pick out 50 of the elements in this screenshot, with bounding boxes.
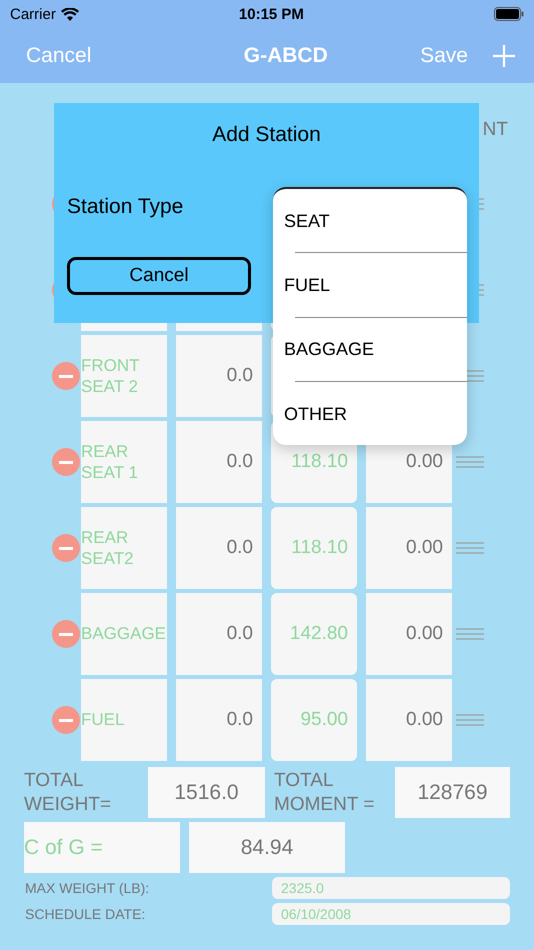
wifi-icon bbox=[60, 8, 79, 20]
info-label: SCHEDULE DATE: bbox=[25, 906, 146, 922]
cg-label: C of G = bbox=[24, 822, 180, 873]
delete-button[interactable] bbox=[52, 706, 80, 734]
weight-cell[interactable]: 0.0 bbox=[176, 593, 262, 675]
moment-cell: 0.00 bbox=[366, 679, 452, 761]
column-header: NT bbox=[482, 119, 508, 141]
carrier-label: Carrier bbox=[10, 6, 56, 22]
delete-button[interactable] bbox=[52, 620, 80, 648]
moment-cell: 0.00 bbox=[366, 507, 452, 589]
cancel-button[interactable]: Cancel bbox=[26, 44, 92, 68]
station-type-label: Station Type bbox=[67, 195, 184, 219]
dialog-title: Add Station bbox=[211, 123, 322, 147]
plus-icon[interactable] bbox=[492, 44, 516, 68]
delete-button[interactable] bbox=[52, 362, 80, 390]
station-name-cell[interactable]: BAGGAGE bbox=[81, 593, 167, 675]
info-label: MAX WEIGHT (LB): bbox=[25, 880, 150, 896]
delete-button[interactable] bbox=[52, 534, 80, 562]
drag-handle-icon[interactable] bbox=[456, 627, 484, 641]
save-button[interactable]: Save bbox=[420, 44, 468, 68]
arm-cell[interactable]: 118.10 bbox=[271, 507, 357, 589]
total-weight-label: TOTAL WEIGHT= bbox=[24, 768, 112, 816]
weight-cell[interactable]: 0.0 bbox=[176, 421, 262, 503]
arm-cell[interactable]: 95.00 bbox=[271, 679, 357, 761]
delete-button[interactable] bbox=[52, 448, 80, 476]
dropdown-option[interactable]: SEAT bbox=[284, 210, 467, 232]
info-field[interactable]: 06/10/2008 bbox=[272, 903, 510, 925]
weight-cell[interactable]: 0.0 bbox=[176, 335, 262, 417]
battery-icon bbox=[494, 7, 524, 21]
station-name-cell[interactable]: FUEL bbox=[81, 679, 167, 761]
drag-handle-icon[interactable] bbox=[456, 541, 484, 555]
drag-handle-icon[interactable] bbox=[456, 713, 484, 727]
weight-cell[interactable]: 0.0 bbox=[176, 507, 262, 589]
drag-handle-icon[interactable] bbox=[456, 455, 484, 469]
total-weight-value: 1516.0 bbox=[148, 767, 265, 818]
arm-cell[interactable]: 142.80 bbox=[271, 593, 357, 675]
weight-cell[interactable]: 0.0 bbox=[176, 679, 262, 761]
nav-title: G-ABCD bbox=[242, 44, 329, 68]
dialog-cancel-button[interactable]: Cancel bbox=[67, 257, 251, 295]
station-name-cell[interactable]: FRONT SEAT 2 bbox=[81, 335, 167, 417]
dropdown-option[interactable]: FUEL bbox=[284, 274, 467, 296]
cg-value: 84.94 bbox=[189, 822, 345, 873]
dropdown-option[interactable]: BAGGAGE bbox=[284, 339, 467, 360]
station-name-cell[interactable]: REAR SEAT2 bbox=[81, 507, 167, 589]
moment-cell: 0.00 bbox=[366, 593, 452, 675]
clock-time: 10:15 PM bbox=[238, 6, 305, 22]
info-field[interactable]: 2325.0 bbox=[272, 877, 510, 899]
total-moment-value: 128769 bbox=[395, 767, 510, 818]
station-name-cell[interactable]: REAR SEAT 1 bbox=[81, 421, 167, 503]
total-moment-label: TOTAL MOMENT = bbox=[274, 768, 376, 816]
